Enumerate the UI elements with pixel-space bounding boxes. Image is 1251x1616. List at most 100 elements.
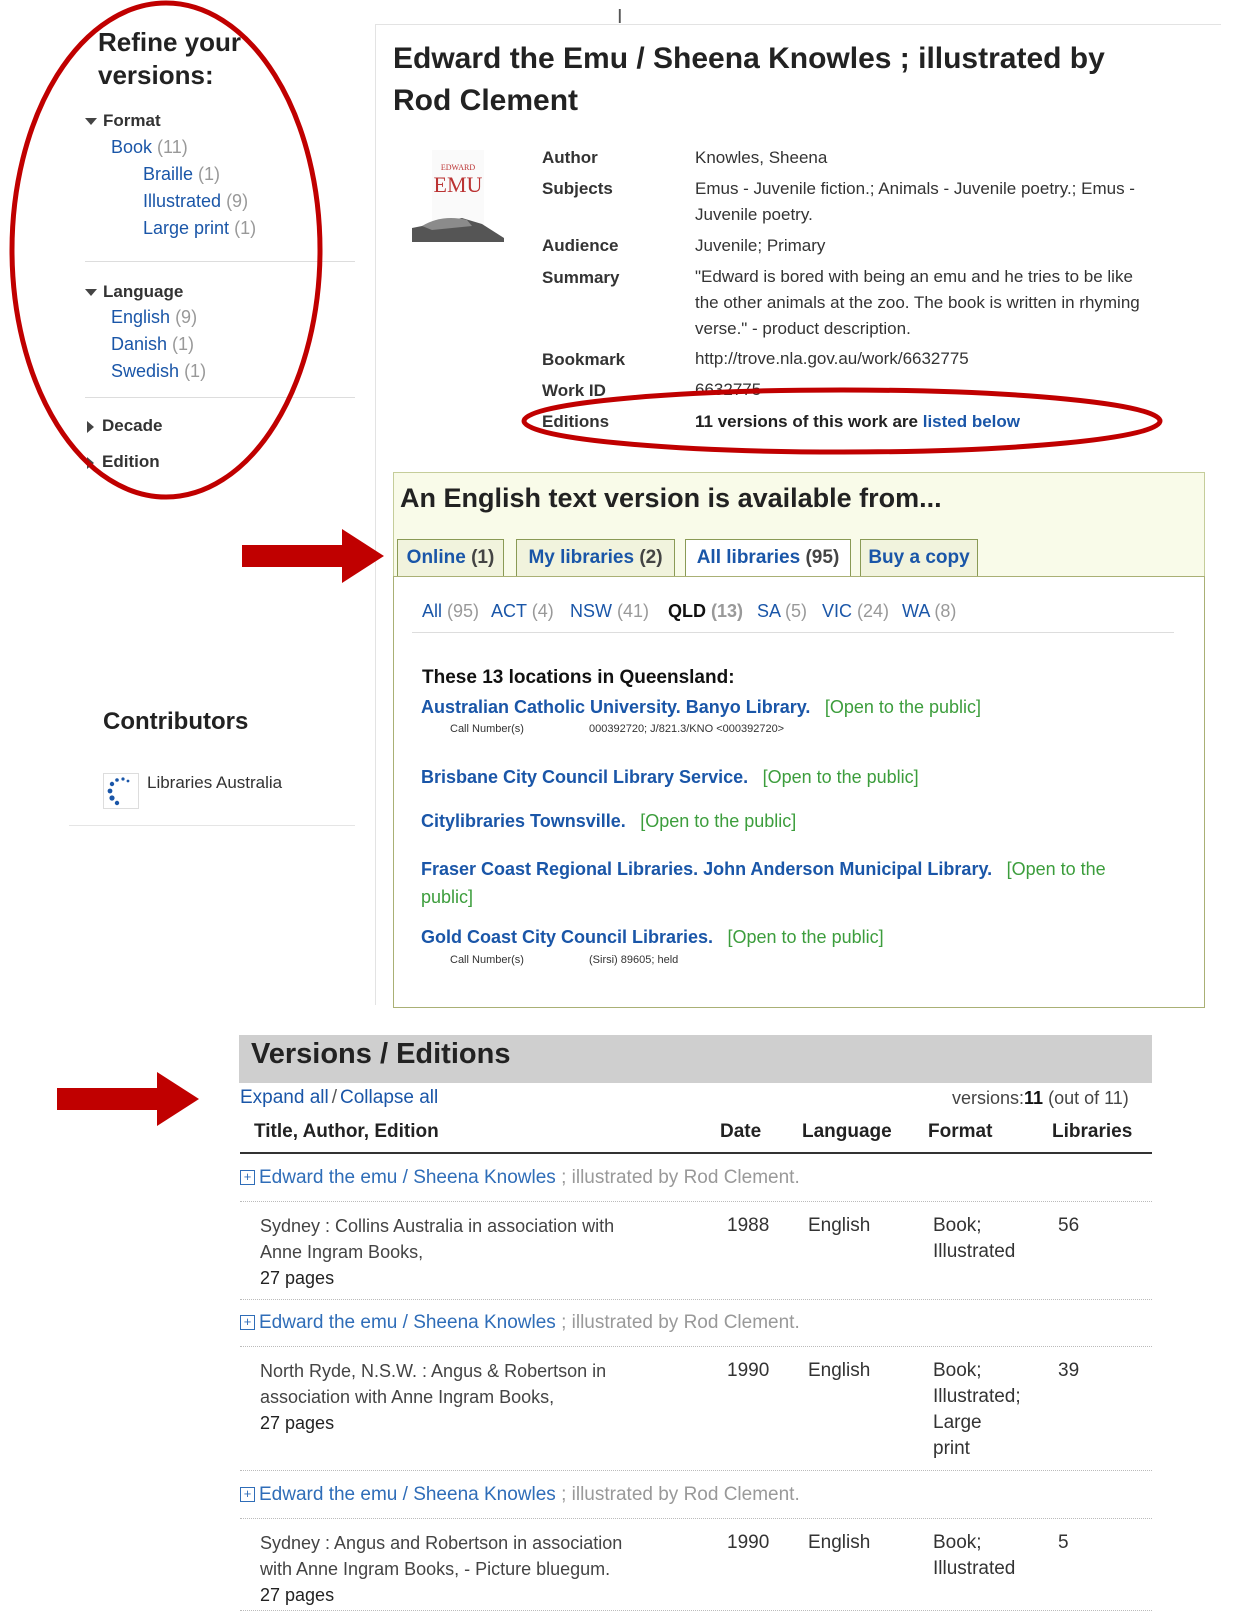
location-link[interactable]: Brisbane City Council Library Service.: [421, 767, 748, 787]
annotation-arrow-versions: [57, 1072, 199, 1126]
expanded-triangle-icon: [85, 118, 97, 126]
facet-braille[interactable]: Braille (1): [143, 164, 220, 185]
location-link[interactable]: Fraser Coast Regional Libraries. John An…: [421, 859, 992, 879]
version-format: Book; Illustrated; Large print: [933, 1360, 1021, 1459]
version-date: 1988: [727, 1215, 770, 1236]
bookmark-label: Bookmark: [542, 350, 626, 369]
tab-online[interactable]: Online (1): [397, 539, 504, 576]
state-filter-wa[interactable]: WA (8): [902, 601, 956, 622]
workid-value: 6632775: [695, 380, 762, 399]
locations-heading: These 13 locations in Queensland:: [422, 667, 735, 688]
divider: [85, 261, 355, 262]
text-cursor-icon: I: [617, 6, 623, 28]
version-format: Book; Illustrated: [933, 1215, 1016, 1262]
location-link[interactable]: Citylibraries Townsville.: [421, 811, 626, 831]
subjects-label: Subjects: [542, 179, 613, 198]
contributor-libraries-australia[interactable]: Libraries Australia: [147, 773, 282, 793]
expanded-triangle-icon: [85, 289, 97, 297]
call-number-label: Call Number(s): [450, 954, 524, 966]
facet-format-toggle[interactable]: Format: [85, 111, 161, 131]
collapse-all-link[interactable]: Collapse all: [340, 1087, 438, 1108]
cover-title-main: EMU: [434, 172, 483, 197]
location-item: Gold Coast City Council Libraries. [Open…: [421, 927, 884, 947]
version-libraries[interactable]: 5: [1058, 1530, 1069, 1556]
subjects-links[interactable]: Emus - Juvenile fiction.; Animals - Juve…: [695, 176, 1135, 228]
column-header-language[interactable]: Language: [802, 1121, 892, 1143]
call-number-value: (Sirsi) 89605; held: [589, 954, 679, 966]
facet-swedish[interactable]: Swedish (1): [111, 361, 206, 382]
location-item: Australian Catholic University. Banyo Li…: [421, 697, 981, 717]
location-item: Brisbane City Council Library Service. […: [421, 767, 919, 787]
facet-edition-toggle[interactable]: Edition: [87, 452, 160, 472]
version-publication: Sydney : Angus and Robertson in associat…: [260, 1533, 623, 1605]
facet-language-toggle[interactable]: Language: [85, 282, 183, 302]
version-language: English: [808, 1360, 871, 1381]
version-format: Book; Illustrated: [933, 1532, 1016, 1579]
facet-danish[interactable]: Danish (1): [111, 334, 194, 355]
tab-my-libraries[interactable]: My libraries (2): [516, 539, 675, 576]
location-item: Fraser Coast Regional Libraries. John An…: [421, 859, 1106, 907]
column-header-title[interactable]: Title, Author, Edition: [254, 1121, 439, 1143]
column-header-date[interactable]: Date: [720, 1121, 761, 1143]
cover-title-top: EDWARD: [441, 163, 475, 172]
version-publication: Sydney : Collins Australia in associatio…: [260, 1216, 615, 1288]
refine-title: Refine your versions:: [98, 27, 242, 90]
divider: [240, 1201, 1152, 1202]
tab-buy-a-copy[interactable]: Buy a copy: [860, 539, 978, 576]
divider: [240, 1470, 1152, 1471]
tab-all-libraries[interactable]: All libraries (95): [685, 539, 851, 578]
editions-value: 11 versions of this work are listed belo…: [695, 412, 1021, 431]
state-filter-nsw[interactable]: NSW (41): [570, 601, 649, 622]
column-header-libraries[interactable]: Libraries: [1052, 1121, 1132, 1143]
facet-illustrated[interactable]: Illustrated (9): [143, 191, 248, 212]
state-filter-all[interactable]: All (95): [422, 601, 479, 622]
version-libraries[interactable]: 39: [1058, 1358, 1079, 1384]
audience-label: Audience: [542, 236, 619, 255]
divider: [412, 632, 1174, 633]
column-header-format[interactable]: Format: [928, 1121, 992, 1143]
facet-english[interactable]: English (9): [111, 307, 197, 328]
listed-below-link[interactable]: listed below: [923, 412, 1020, 431]
state-filter-qld[interactable]: QLD (13): [668, 601, 743, 622]
version-date: 1990: [727, 1360, 770, 1381]
divider: [240, 1346, 1152, 1347]
divider: [240, 1299, 1152, 1300]
version-language: English: [808, 1215, 871, 1236]
expand-plus-icon[interactable]: +: [240, 1487, 255, 1503]
facet-book[interactable]: Book (11): [111, 137, 188, 158]
table-header-rule: [240, 1152, 1152, 1154]
summary-value: "Edward is bored with being an emu and h…: [695, 267, 1140, 338]
expand-plus-icon[interactable]: +: [240, 1170, 255, 1186]
state-filter-sa[interactable]: SA (5): [757, 601, 807, 622]
expand-plus-icon[interactable]: +: [240, 1315, 255, 1331]
book-cover-image[interactable]: EDWARD EMU: [412, 150, 504, 242]
author-link[interactable]: Knowles, Sheena: [695, 145, 827, 171]
facet-decade-toggle[interactable]: Decade: [87, 416, 162, 436]
editions-label: Editions: [542, 412, 610, 431]
divider: [69, 825, 355, 826]
version-title-row[interactable]: + Edward the emu / Sheena Knowles ; illus…: [240, 1484, 800, 1506]
audience-value: Juvenile; Primary: [695, 236, 826, 255]
location-link[interactable]: Australian Catholic University. Banyo Li…: [421, 697, 810, 717]
versions-count: versions:11 (out of 11): [952, 1088, 1129, 1108]
bookmark-link[interactable]: http://trove.nla.gov.au/work/6632775: [695, 346, 969, 372]
divider: [240, 1610, 1152, 1611]
version-publication: North Ryde, N.S.W. : Angus & Robertson i…: [260, 1361, 607, 1433]
state-filter-vic[interactable]: VIC (24): [822, 601, 889, 622]
location-link[interactable]: Gold Coast City Council Libraries.: [421, 927, 713, 947]
contributors-title: Contributors: [103, 708, 249, 735]
workid-label: Work ID: [542, 381, 606, 400]
version-libraries[interactable]: 56: [1058, 1213, 1079, 1239]
location-item: Citylibraries Townsville. [Open to the p…: [421, 811, 797, 831]
state-filter-act[interactable]: ACT (4): [491, 601, 554, 622]
call-number-value: 000392720; J/821.3/KNO <000392720>: [589, 723, 785, 735]
versions-title: Versions / Editions: [251, 1038, 511, 1070]
version-title-row[interactable]: + Edward the emu / Sheena Knowles ; illus…: [240, 1167, 800, 1189]
expand-all-link[interactable]: Expand all: [240, 1087, 329, 1108]
version-title-row[interactable]: + Edward the emu / Sheena Knowles ; illus…: [240, 1312, 800, 1334]
version-language: English: [808, 1532, 871, 1553]
expand-collapse-links: Expand all / Collapse all: [240, 1087, 439, 1108]
collapsed-triangle-icon: [87, 456, 94, 469]
facet-large-print[interactable]: Large print (1): [143, 218, 256, 239]
divider: [240, 1518, 1152, 1519]
